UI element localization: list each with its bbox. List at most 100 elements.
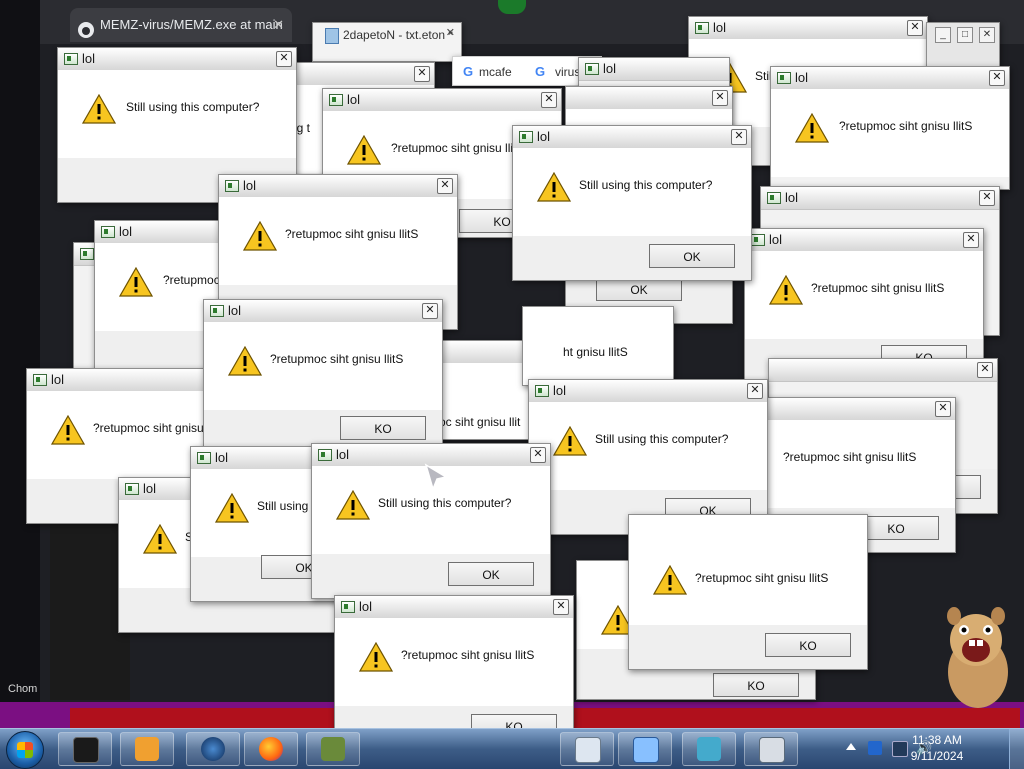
- close-icon[interactable]: ✕: [747, 383, 763, 399]
- close-icon[interactable]: ✕: [541, 92, 557, 108]
- app-icon: [751, 234, 765, 246]
- dialog-message: Still using this computer?: [378, 496, 512, 510]
- message-dialog[interactable]: ?retupmoc siht gnisu llitS KO: [628, 514, 868, 670]
- google-g-icon: G: [535, 64, 546, 79]
- maximize-icon[interactable]: □: [957, 27, 973, 43]
- app-icon: [125, 483, 139, 495]
- dialog-title: lol: [336, 447, 350, 462]
- ok-button[interactable]: KO: [340, 416, 426, 440]
- clock-date[interactable]: 9/11/2024: [902, 749, 972, 763]
- ok-button[interactable]: KO: [765, 633, 851, 657]
- dialog-title: lol: [228, 303, 242, 318]
- media-player-icon: [135, 737, 159, 761]
- dialog-title: lol: [82, 51, 96, 66]
- notepad-tab-close-icon[interactable]: ✕: [446, 26, 455, 39]
- taskbar-paint[interactable]: [618, 732, 672, 766]
- dialog-message: ?retupmoc siht gnisu llitS: [391, 141, 525, 155]
- dialog-message: oc siht gnisu llit: [440, 415, 521, 429]
- close-icon[interactable]: ✕: [414, 66, 430, 82]
- close-icon[interactable]: ✕: [276, 51, 292, 67]
- dialog-message: ?retupmoc siht gnisu llitS: [285, 227, 419, 241]
- warning-icon: [359, 642, 393, 672]
- warning-icon: [336, 490, 370, 520]
- message-dialog[interactable]: ht gnisu llitS: [522, 306, 674, 386]
- globe-icon: [201, 737, 225, 761]
- close-icon[interactable]: ✕: [553, 599, 569, 615]
- google-g-icon: G: [463, 64, 474, 79]
- message-dialog[interactable]: lol ✕ Still using this computer? OK: [512, 125, 752, 281]
- warning-icon: [119, 267, 153, 297]
- app-icon: [519, 131, 533, 143]
- dialog-title: lol: [795, 70, 809, 85]
- search-tab-mcafe[interactable]: mcafe: [479, 65, 512, 79]
- terminal-icon: [73, 737, 99, 763]
- tab-close-icon[interactable]: ✕: [273, 8, 284, 42]
- taskbar-terminal[interactable]: [58, 732, 112, 766]
- dialog-message: ?retupmoc siht gnisu llitS: [783, 450, 917, 464]
- ok-button[interactable]: OK: [448, 562, 534, 586]
- warning-icon: [347, 135, 381, 165]
- taskbar-cube-app[interactable]: [682, 732, 736, 766]
- app-icon: [101, 226, 115, 238]
- dialog-message: ?retupmoc siht gnisu llitS: [811, 281, 945, 295]
- clock-time[interactable]: 11:38 AM: [902, 733, 972, 747]
- dialog-title: lol: [119, 224, 133, 239]
- taskbar-globe-app[interactable]: [186, 732, 240, 766]
- dialog-title: lol: [359, 599, 373, 614]
- dialog-message: ?retupmoc siht gnisu llitS: [270, 352, 404, 366]
- search-tab-virus[interactable]: virus: [555, 65, 580, 79]
- warning-icon: [653, 565, 687, 595]
- notepad-icon: [325, 28, 339, 44]
- taskbar-firefox[interactable]: [244, 732, 298, 766]
- dialog-message: ?retupmoc siht gnisu llitS: [839, 119, 973, 133]
- app-icon: [64, 53, 78, 65]
- show-desktop-button[interactable]: [1009, 729, 1024, 769]
- app-icon: [33, 374, 47, 386]
- dialog-message: ?retupmoc: [163, 273, 220, 287]
- app-icon: [318, 449, 332, 461]
- close-icon[interactable]: ✕: [731, 129, 747, 145]
- warning-icon: [243, 221, 277, 251]
- taskbar: 🔊 11:38 AM 9/11/2024: [0, 728, 1024, 769]
- dialog-title: lol: [713, 20, 727, 35]
- close-icon[interactable]: ✕: [963, 232, 979, 248]
- warning-icon: [228, 346, 262, 376]
- ok-button[interactable]: OK: [649, 244, 735, 268]
- close-icon[interactable]: ✕: [907, 20, 923, 36]
- app-icon: [695, 22, 709, 34]
- close-icon[interactable]: ✕: [979, 190, 995, 206]
- app-icon: [210, 305, 224, 317]
- notepad-tab-fragment[interactable]: 2dapetoN - txt.eton * ✕: [312, 22, 462, 62]
- cube-icon: [697, 737, 721, 761]
- taskbar-calculator[interactable]: [744, 732, 798, 766]
- close-icon[interactable]: ✕: [979, 27, 995, 43]
- message-dialog[interactable]: lol ✕ ?retupmoc siht gnisu llitS: [770, 66, 1010, 190]
- close-icon[interactable]: ✕: [977, 362, 993, 378]
- minimize-icon[interactable]: _: [935, 27, 951, 43]
- taskbar-media-player[interactable]: [120, 732, 174, 766]
- dialog-titlebar[interactable]: lol ✕: [689, 17, 927, 40]
- close-icon[interactable]: ✕: [422, 303, 438, 319]
- dialog-message: Still using this computer?: [126, 100, 260, 114]
- mouse-cursor-icon: [424, 463, 448, 492]
- close-icon[interactable]: ✕: [935, 401, 951, 417]
- close-icon[interactable]: ✕: [530, 447, 546, 463]
- taskbar-boxing-game[interactable]: [306, 732, 360, 766]
- ok-button[interactable]: KO: [713, 673, 799, 697]
- close-icon[interactable]: ✕: [437, 178, 453, 194]
- dialog-message: Still using: [257, 499, 309, 513]
- app-icon: [225, 180, 239, 192]
- app-icon: [777, 72, 791, 84]
- tab-memz-github[interactable]: MEMZ-virus/MEMZ.exe at main ✕: [70, 8, 292, 42]
- warning-icon: [51, 415, 85, 445]
- app-icon: [341, 601, 355, 613]
- start-button[interactable]: [6, 731, 44, 769]
- close-icon[interactable]: ✕: [989, 70, 1005, 86]
- tray-expand-icon[interactable]: [846, 743, 856, 750]
- taskbar-document[interactable]: [560, 732, 614, 766]
- document-icon: [575, 737, 601, 763]
- message-dialog[interactable]: lol ✕ ?retupmoc siht gnisu llitS KO: [203, 299, 443, 455]
- close-icon[interactable]: ✕: [712, 90, 728, 106]
- message-dialog[interactable]: lol ✕ Still using this computer? OK: [528, 379, 768, 535]
- tray-app-icon[interactable]: [868, 741, 882, 755]
